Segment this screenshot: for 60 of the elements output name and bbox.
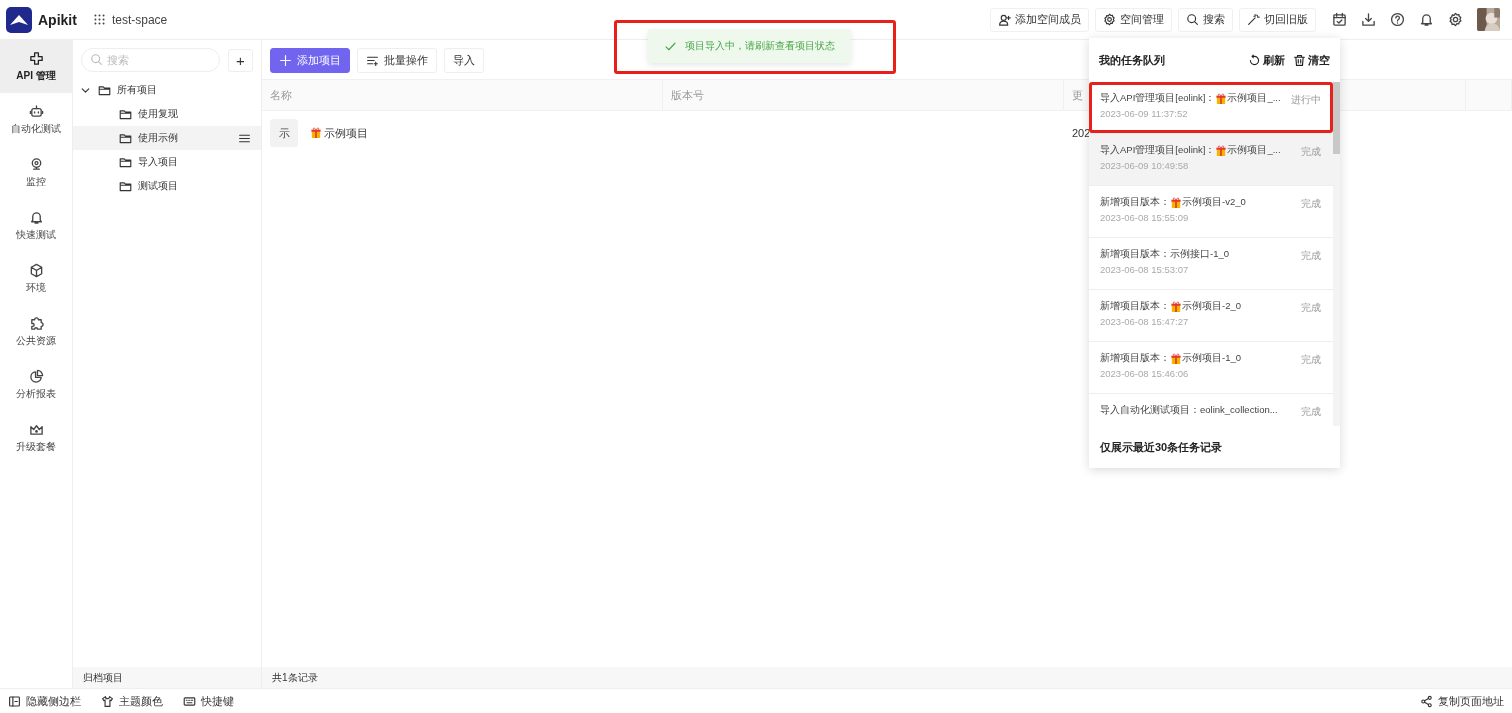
header-button[interactable]: 切回旧版 — [1239, 7, 1316, 32]
panel-action[interactable]: 清空 — [1293, 52, 1330, 68]
status-bar-item[interactable]: 隐藏侧边栏 — [8, 693, 81, 709]
task-title: 新增项目版本： 示例项目-2_0 — [1100, 300, 1242, 313]
task-status: 完成 — [1301, 301, 1321, 315]
tree-item[interactable]: 使用示例 — [73, 126, 261, 150]
toolbar-button[interactable]: 批量操作 — [357, 48, 437, 73]
panel-note: 仅展示最近30条任务记录 — [1099, 439, 1224, 455]
task-status: 完成 — [1301, 353, 1321, 367]
table-cell[interactable]: 示例项目 — [310, 125, 368, 141]
space-switcher[interactable]: test-space — [92, 12, 168, 27]
task-time: 2023-06-09 10:49:58 — [1100, 160, 1190, 171]
task-status: 完成 — [1301, 405, 1321, 419]
task-time: 2023-06-08 15:46:06 — [1100, 368, 1190, 379]
nav-item[interactable]: 公共资源 — [0, 305, 72, 358]
task-title: 导入自动化测试项目：eolink_collection... — [1100, 404, 1279, 417]
task-status: 完成 — [1301, 145, 1321, 159]
panel-title: 我的任务队列 — [1099, 52, 1165, 68]
tree-item[interactable]: 所有项目 — [73, 78, 261, 102]
task-title: 新增项目版本：示例接口-1_0 — [1100, 248, 1230, 261]
task-title: 导入API管理项目[eolink]： 示例项目_... — [1100, 144, 1282, 157]
nav-item[interactable]: 分析报表 — [0, 358, 72, 411]
toolbar-button[interactable]: 导入 — [444, 48, 484, 73]
column-header: 版本号 — [663, 80, 1064, 110]
search-field[interactable]: 搜索 — [81, 48, 220, 72]
nav-item[interactable]: 快速测试 — [0, 199, 72, 252]
header-button[interactable]: 空间管理 — [1095, 7, 1172, 32]
toast-message: 项目导入中，请刷新查看项目状态 — [648, 29, 851, 63]
nav-item[interactable]: 监控 — [0, 146, 72, 199]
task-title: 导入API管理项目[eolink]： 示例项目_... — [1100, 92, 1282, 105]
add-button[interactable]: + — [228, 48, 253, 72]
header-button[interactable]: 添加空间成员 — [990, 7, 1089, 32]
archive-link[interactable]: 归档项目 — [83, 670, 123, 685]
task-time: 2023-06-08 15:53:07 — [1100, 264, 1190, 275]
status-bar-item[interactable]: 主题颜色 — [101, 693, 163, 709]
nav-item[interactable]: API 管理 — [0, 40, 72, 93]
header-button[interactable]: 搜索 — [1178, 7, 1233, 32]
project-avatar: 示 — [270, 119, 298, 147]
nav-item[interactable]: 自动化测试 — [0, 93, 72, 146]
nav-item[interactable]: 升级套餐 — [0, 411, 72, 464]
task-status: 完成 — [1301, 197, 1321, 211]
app-name: Apikit — [38, 11, 77, 28]
record-count: 共1条记录 — [272, 670, 318, 685]
task-title: 新增项目版本： 示例项目-1_0 — [1100, 352, 1242, 365]
task-time: 2023-06-09 11:37:52 — [1100, 108, 1189, 119]
nav-item[interactable]: 环境 — [0, 252, 72, 305]
column-header: 名称 — [262, 80, 663, 110]
panel-action[interactable]: 刷新 — [1248, 52, 1285, 68]
task-time: 2023-06-08 15:55:09 — [1100, 212, 1190, 223]
status-bar-item[interactable]: 复制页面地址 — [1420, 693, 1504, 709]
status-bar-item[interactable]: 快捷键 — [183, 693, 234, 709]
task-title: 新增项目版本： 示例项目-v2_0 — [1100, 196, 1247, 209]
task-status: 完成 — [1301, 249, 1321, 263]
tree-item[interactable]: 测试项目 — [73, 174, 261, 198]
tree-item[interactable]: 导入项目 — [73, 150, 261, 174]
task-status: 进行中 — [1291, 93, 1321, 107]
task-time: 2023-06-08 15:47:27 — [1100, 316, 1190, 327]
task-item[interactable]: 导入API管理项目[eolink]： 示例项目_... 2023-06-09 10:49:58 完成 — [1089, 134, 1333, 186]
toolbar-button[interactable]: 添加项目 — [270, 48, 350, 73]
tree-item[interactable]: 使用复现 — [73, 102, 261, 126]
